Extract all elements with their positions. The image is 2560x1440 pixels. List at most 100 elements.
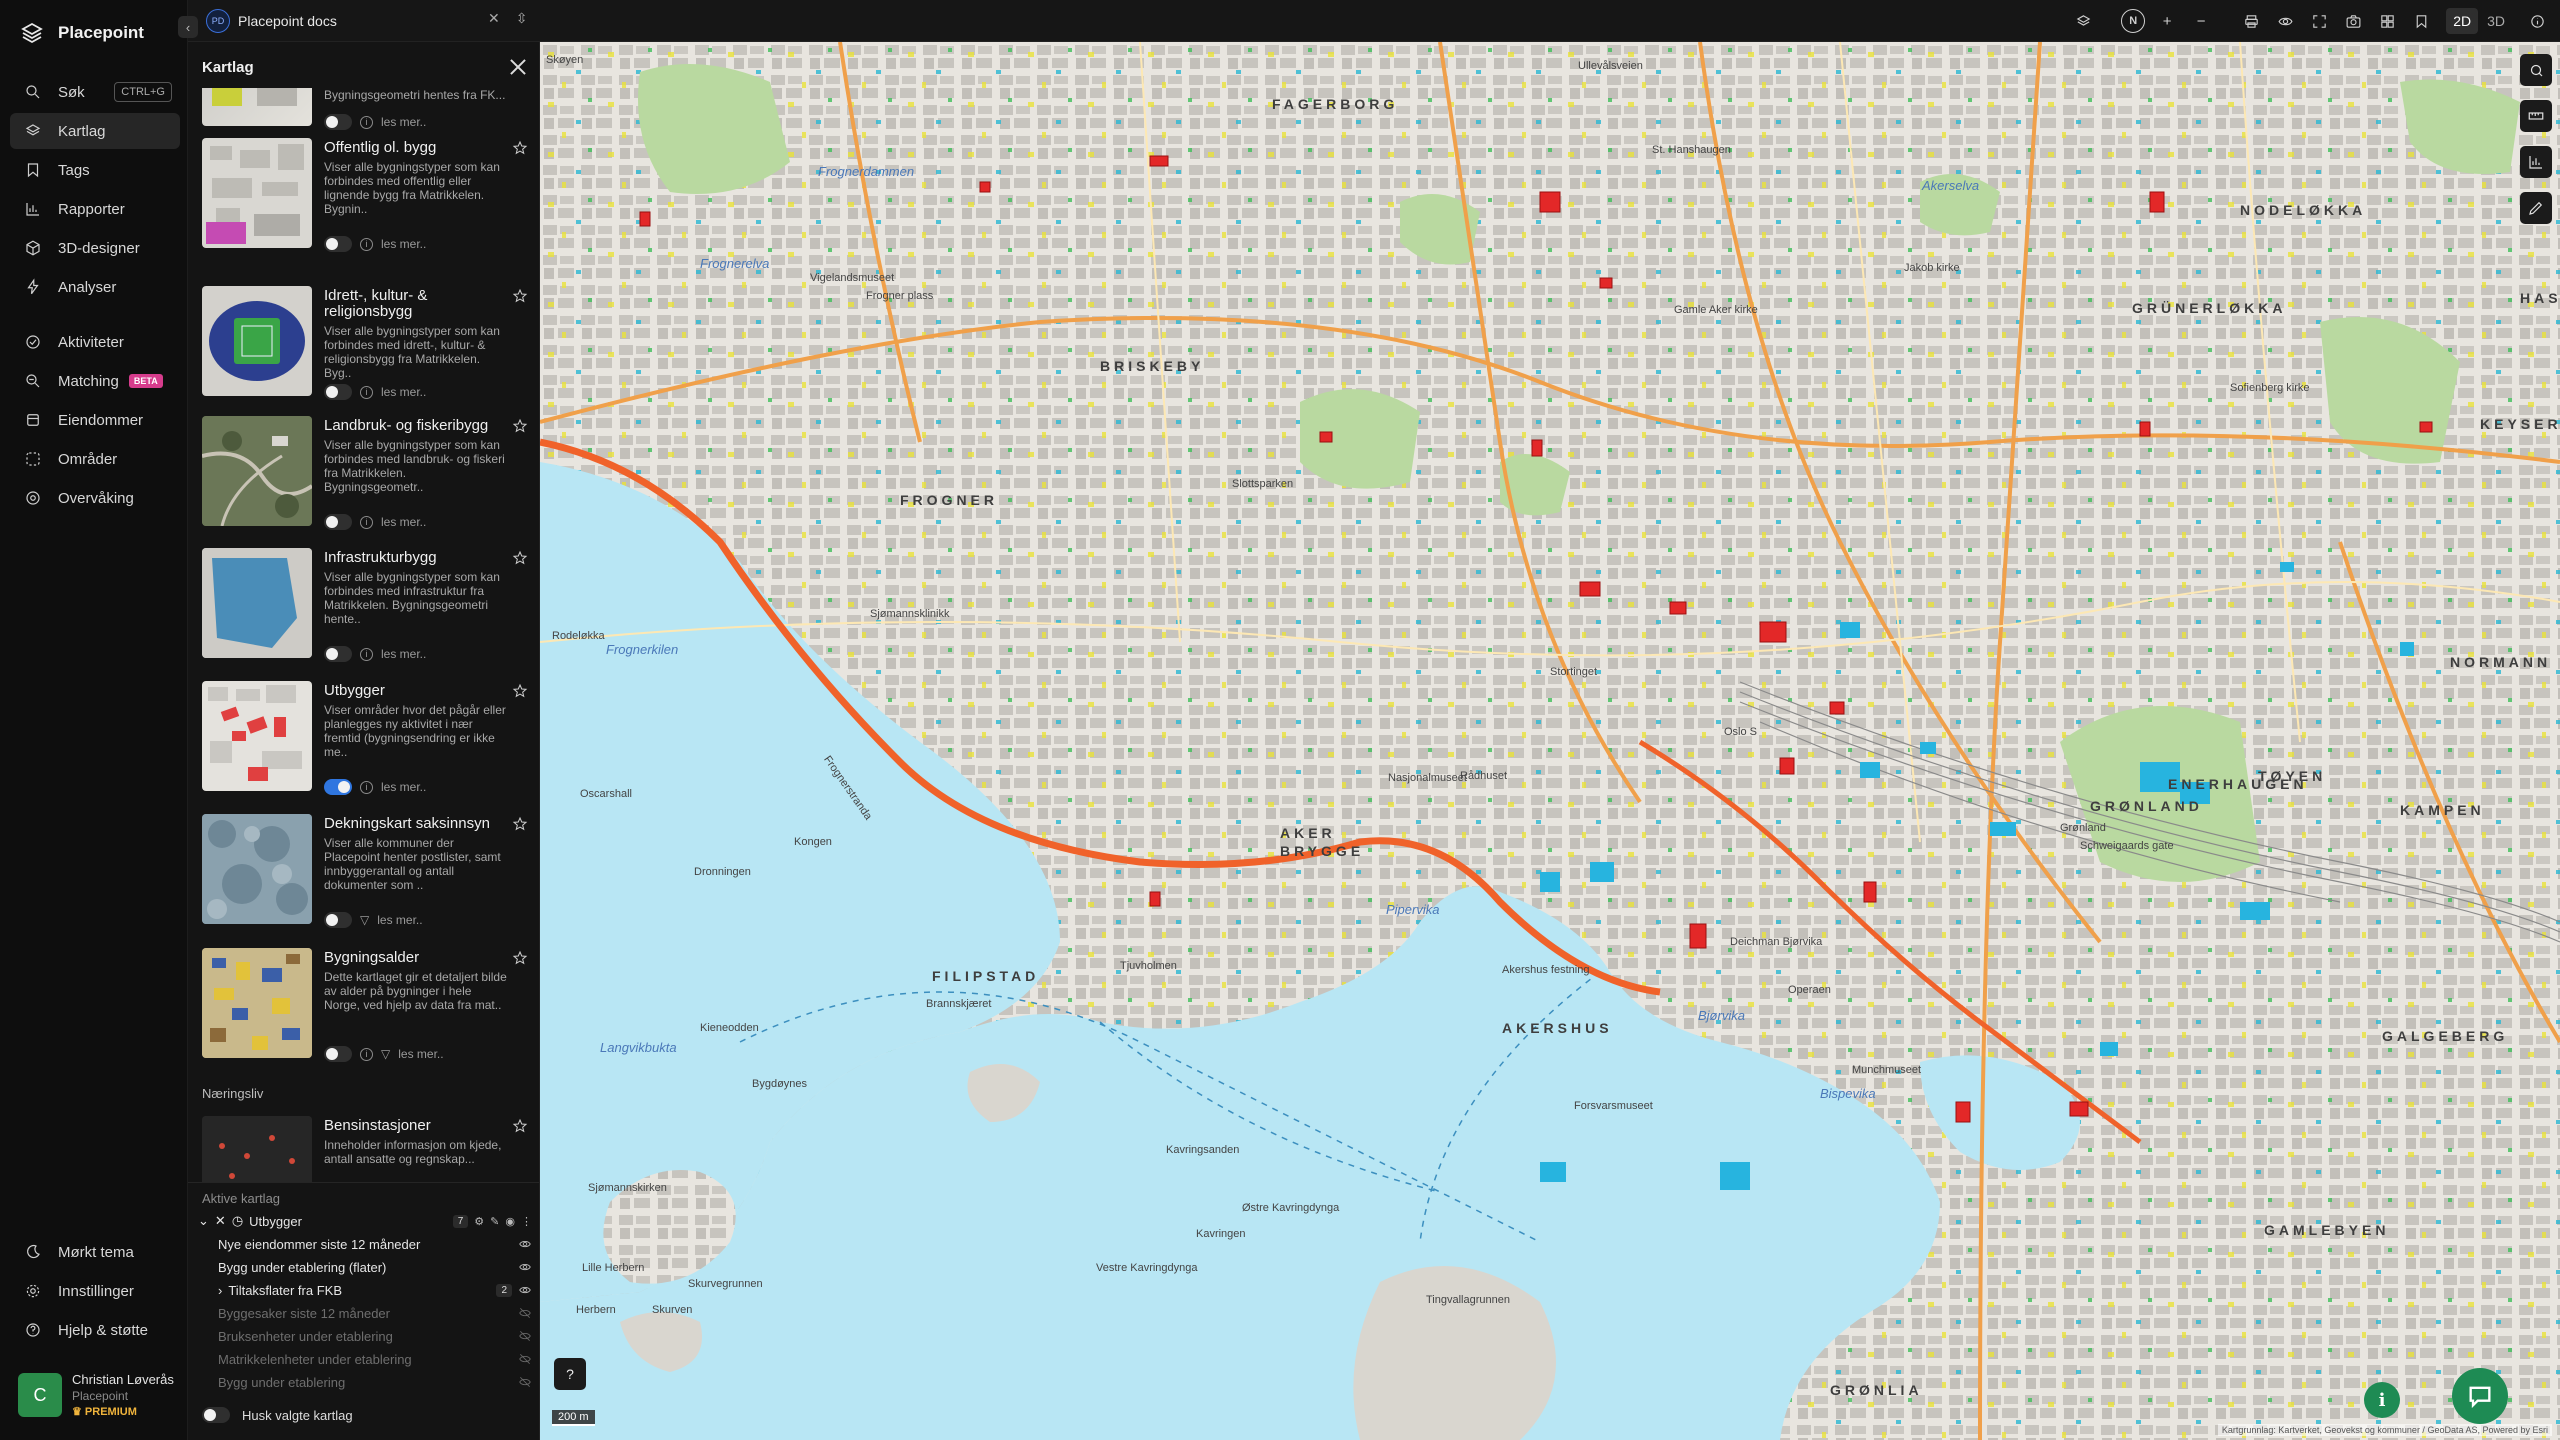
remove-icon[interactable]: ✕ <box>215 1213 226 1229</box>
layer-toggle[interactable] <box>324 779 352 795</box>
eye-off-icon[interactable] <box>518 1375 532 1389</box>
layer-list[interactable]: Bygningsgeometri hentes fra FK... i les … <box>188 88 539 1218</box>
favorite-star-icon[interactable] <box>512 550 528 566</box>
active-group-utbygger[interactable]: ⌄ ✕ ◷ Utbygger 7 ⚙ ✎ ◉ ⋮ <box>198 1211 532 1231</box>
nav-item-aktiviteter[interactable]: Aktiviteter <box>10 324 180 360</box>
nav-item-settings[interactable]: Innstillinger <box>10 1273 180 1309</box>
info-button[interactable] <box>2522 6 2552 36</box>
read-more-link[interactable]: les mer.. <box>377 913 422 927</box>
nav-item-overvaking[interactable]: Overvåking <box>10 480 180 516</box>
select-tool-button[interactable] <box>2520 54 2552 86</box>
visibility-button[interactable] <box>2270 6 2300 36</box>
close-doc-icon[interactable]: ✕ <box>488 10 500 27</box>
layer-toggle[interactable] <box>324 514 352 530</box>
eye-off-icon[interactable] <box>518 1329 532 1343</box>
layer-toggle[interactable] <box>324 236 352 252</box>
eye-icon[interactable]: ◉ <box>505 1215 515 1228</box>
bookmark-button[interactable] <box>2406 6 2436 36</box>
nav-item-matching[interactable]: Matching BETA <box>10 363 180 399</box>
chevron-right-icon[interactable]: › <box>218 1283 222 1298</box>
favorite-star-icon[interactable] <box>512 1118 528 1134</box>
map-view[interactable]: FAGERBORG NODELØKKA GRÜNERLØKKA BRISKEBY… <box>540 42 2560 1440</box>
active-sublayer[interactable]: Nye eiendommer siste 12 måneder <box>218 1234 532 1254</box>
remember-layers[interactable]: Husk valgte kartlag <box>202 1407 353 1423</box>
chevron-down-icon[interactable]: ⌄ <box>198 1213 209 1229</box>
eye-off-icon[interactable] <box>518 1306 532 1320</box>
eye-icon[interactable] <box>518 1283 532 1297</box>
active-sublayer[interactable]: Bygg under etablering (flater) <box>218 1257 532 1277</box>
nav-item-analyser[interactable]: Analyser <box>10 269 180 305</box>
nav-item-dark-theme[interactable]: Mørkt tema <box>10 1234 180 1270</box>
nav-item-tags[interactable]: Tags <box>10 152 180 188</box>
layer-card-idrett[interactable]: Idrett-, kultur- & religionsbygg Viser a… <box>202 286 528 402</box>
favorite-star-icon[interactable] <box>512 950 528 966</box>
active-sublayer[interactable]: Bygg under etablering <box>218 1372 532 1392</box>
active-sublayer[interactable]: › Tiltaksflater fra FKB 2 <box>218 1280 532 1300</box>
layer-toggle[interactable] <box>324 384 352 400</box>
edit-icon[interactable]: ✎ <box>490 1215 499 1228</box>
fullscreen-button[interactable] <box>2304 6 2334 36</box>
eye-off-icon[interactable] <box>518 1352 532 1366</box>
map-help-button[interactable]: ? <box>554 1358 586 1390</box>
read-more-link[interactable]: les mer.. <box>381 237 426 251</box>
north-button[interactable]: N <box>2118 6 2148 36</box>
layer-toggle[interactable] <box>324 646 352 662</box>
filter-icon[interactable]: ▽ <box>360 913 369 927</box>
measure-tool-button[interactable] <box>2520 100 2552 132</box>
favorite-star-icon[interactable] <box>512 288 528 304</box>
filter-icon[interactable]: ▽ <box>381 1047 390 1061</box>
read-more-link[interactable]: les mer.. <box>381 780 426 794</box>
layer-card-dekningskart[interactable]: Dekningskart saksinnsyn Viser alle kommu… <box>202 814 528 930</box>
layer-toggle[interactable] <box>324 1046 352 1062</box>
nav-item-kartlag[interactable]: Kartlag <box>10 113 180 149</box>
eye-icon[interactable] <box>518 1260 532 1274</box>
favorite-star-icon[interactable] <box>512 816 528 832</box>
eye-icon[interactable] <box>518 1237 532 1251</box>
nav-item-search[interactable]: Søk CTRL+G <box>10 74 180 110</box>
layers-stack-button[interactable] <box>2068 6 2098 36</box>
close-panel-icon[interactable] <box>508 57 528 77</box>
nav-item-rapporter[interactable]: Rapporter <box>10 191 180 227</box>
active-sublayer[interactable]: Matrikkelenheter under etablering <box>218 1349 532 1369</box>
active-sublayer[interactable]: Byggesaker siste 12 måneder <box>218 1303 532 1323</box>
user-profile[interactable]: C Christian Løverås Placepoint ♛ PREMIUM <box>18 1372 178 1418</box>
zoom-out-button[interactable]: − <box>2186 6 2216 36</box>
nav-item-eiendommer[interactable]: Eiendommer <box>10 402 180 438</box>
chat-button[interactable] <box>2452 1368 2508 1424</box>
favorite-star-icon[interactable] <box>512 418 528 434</box>
view-2d-button[interactable]: 2D <box>2446 8 2479 34</box>
print-button[interactable] <box>2236 6 2266 36</box>
zoom-in-button[interactable]: + <box>2152 6 2182 36</box>
layer-toggle[interactable] <box>324 912 352 928</box>
read-more-link[interactable]: les mer.. <box>398 1047 443 1061</box>
grid-button[interactable] <box>2372 6 2402 36</box>
settings-icon[interactable]: ⚙ <box>474 1215 484 1228</box>
stats-tool-button[interactable] <box>2520 146 2552 178</box>
remember-toggle[interactable] <box>202 1407 230 1423</box>
layer-card-landbruk[interactable]: Landbruk- og fiskeribygg Viser alle bygn… <box>202 416 528 532</box>
read-more-link[interactable]: les mer.. <box>381 515 426 529</box>
screenshot-button[interactable] <box>2338 6 2368 36</box>
layer-card-utbygger[interactable]: Utbygger Viser områder hvor det pågår el… <box>202 681 528 797</box>
more-icon[interactable]: ⋮ <box>521 1215 532 1228</box>
active-sublayer[interactable]: Bruksenheter under etablering <box>218 1326 532 1346</box>
chevron-updown-icon[interactable]: ⇳ <box>516 10 528 27</box>
read-more-link[interactable]: les mer.. <box>381 647 426 661</box>
layer-card-bygningsalder[interactable]: Bygningsalder Dette kartlaget gir et det… <box>202 948 528 1064</box>
draw-tool-button[interactable] <box>2520 192 2552 224</box>
view-3d-button[interactable]: 3D <box>2480 8 2512 34</box>
favorite-star-icon[interactable] <box>512 140 528 156</box>
favorite-star-icon[interactable] <box>512 683 528 699</box>
read-more-link[interactable]: les mer.. <box>381 385 426 399</box>
layer-toggle[interactable] <box>324 114 352 130</box>
document-selector[interactable]: PD Placepoint docs <box>206 6 337 36</box>
map-info-button[interactable]: i <box>2364 1382 2400 1418</box>
layer-card-infrastruktur[interactable]: Infrastrukturbygg Viser alle bygningstyp… <box>202 548 528 664</box>
read-more-link[interactable]: les mer.. <box>381 115 426 129</box>
nav-item-omrader[interactable]: Områder <box>10 441 180 477</box>
layer-card[interactable]: Bygningsgeometri hentes fra FK... i les … <box>202 88 528 132</box>
nav-item-help[interactable]: Hjelp & støtte <box>10 1312 180 1348</box>
nav-item-3d-designer[interactable]: 3D-designer <box>10 230 180 266</box>
brand[interactable]: Placepoint <box>20 20 144 46</box>
layer-card-offentlig[interactable]: Offentlig ol. bygg Viser alle bygningsty… <box>202 138 528 254</box>
